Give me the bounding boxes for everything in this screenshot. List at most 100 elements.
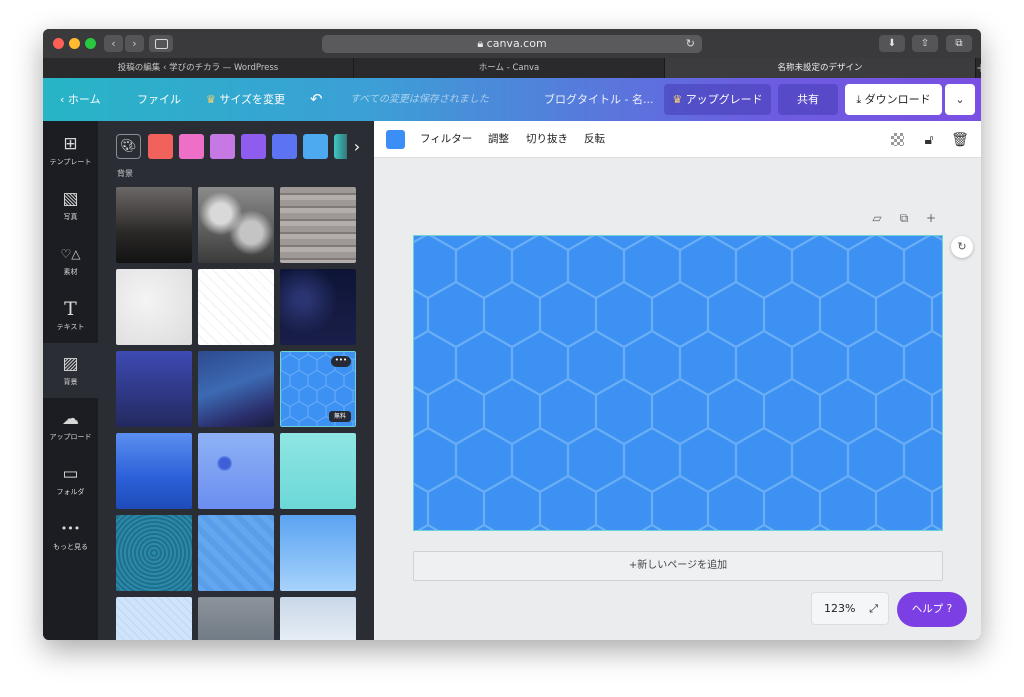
rail-label: テキスト <box>56 323 85 331</box>
background-thumbnail[interactable] <box>280 515 356 591</box>
background-thumbnail[interactable] <box>280 187 356 263</box>
unlock-icon[interactable]: 🔓︎ <box>919 130 939 150</box>
background-thumbnail[interactable] <box>116 433 192 509</box>
minimize-window-button[interactable] <box>69 38 80 49</box>
background-thumbnail[interactable] <box>198 351 274 427</box>
background-thumbnail[interactable] <box>198 187 274 263</box>
browser-tab[interactable]: ホーム - Canva <box>354 58 665 78</box>
zoom-control[interactable]: 123% ⤢ <box>811 592 889 625</box>
duplicate-page-icon[interactable]: ⧉ <box>897 211 911 225</box>
color-swatch[interactable] <box>303 134 328 159</box>
upgrade-label: アップグレード <box>685 93 763 106</box>
chevron-right-icon[interactable]: › <box>347 134 367 159</box>
background-thumbnail[interactable] <box>198 597 274 640</box>
rail-label: 写真 <box>63 213 78 221</box>
color-swatch[interactable] <box>179 134 204 159</box>
background-thumbnail[interactable] <box>116 187 192 263</box>
undo-icon[interactable]: ↶ <box>310 78 323 121</box>
background-thumbnail[interactable] <box>198 269 274 345</box>
background-panel: 🎨︎ › 背景 ••• 無料 <box>98 121 374 640</box>
rotate-icon[interactable]: ↻ <box>951 236 973 258</box>
url-bar[interactable]: 🔒︎ canva.com ↻ <box>322 35 702 53</box>
background-thumbnail[interactable] <box>198 433 274 509</box>
share-icon[interactable]: ⇧ <box>912 35 938 52</box>
browser-tabs: 投稿の編集 ‹ 学びのチカラ — WordPress ホーム - Canva 名… <box>43 58 981 78</box>
add-page-button[interactable]: +新しいページを追加 <box>413 551 943 581</box>
folder-icon: ▭ <box>62 464 79 484</box>
share-button[interactable]: 共有 <box>778 84 838 115</box>
lock-icon: 🔒︎ <box>477 37 484 50</box>
more-options-icon[interactable]: ••• <box>331 356 351 367</box>
save-status: すべての変更は保存されました <box>350 94 489 105</box>
rail-item-more[interactable]: ••• もっと見る <box>43 508 98 563</box>
browser-window: ‹ › 🔒︎ canva.com ↻ ⬇ ⇧ ⧉ 投稿の編集 ‹ 学びのチカラ … <box>43 29 981 640</box>
more-icon: ••• <box>60 522 81 535</box>
browser-tab-active[interactable]: 名称未設定のデザイン <box>665 58 976 78</box>
zoom-level: 123% <box>824 602 856 615</box>
rail-item-templates[interactable]: ⊞ テンプレート <box>43 123 98 178</box>
background-thumbnail[interactable] <box>280 597 356 640</box>
canva-header: ‹ ホーム ファイル ♛ サイズを変更 ↶ すべての変更は保存されました ブログ… <box>43 78 981 121</box>
rail-item-background[interactable]: ▨ 背景 <box>43 343 98 398</box>
rail-label: 素材 <box>63 268 78 276</box>
tab-overview-icon[interactable]: ⧉ <box>946 35 972 52</box>
photo-icon: ▧ <box>62 189 79 209</box>
browser-tab[interactable]: 投稿の編集 ‹ 学びのチカラ — WordPress <box>43 58 354 78</box>
upload-icon: ☁ <box>62 409 79 429</box>
back-icon[interactable]: ‹ <box>104 35 123 52</box>
fill-color-button[interactable] <box>386 130 405 149</box>
expand-icon[interactable]: ⤢ <box>869 593 878 624</box>
background-thumbnail[interactable] <box>116 597 192 640</box>
color-swatch[interactable] <box>210 134 235 159</box>
background-thumbnail[interactable] <box>280 433 356 509</box>
rail-item-upload[interactable]: ☁ アップロード <box>43 398 98 453</box>
background-thumbnail[interactable] <box>116 269 192 345</box>
hexagon-pattern <box>414 236 942 530</box>
section-label: 背景 <box>117 169 133 178</box>
background-thumbnail[interactable] <box>280 269 356 345</box>
home-link[interactable]: ‹ ホーム <box>60 78 101 121</box>
background-thumbnail[interactable] <box>116 351 192 427</box>
background-icon: ▨ <box>62 354 79 374</box>
close-window-button[interactable] <box>53 38 64 49</box>
downloads-icon[interactable]: ⬇ <box>879 35 905 52</box>
rail-item-photos[interactable]: ▧ 写真 <box>43 178 98 233</box>
transparency-icon[interactable] <box>888 130 908 150</box>
color-swatch[interactable] <box>272 134 297 159</box>
add-icon[interactable]: + <box>924 211 938 225</box>
text-icon: T <box>64 298 77 320</box>
palette-icon[interactable]: 🎨︎ <box>116 134 141 159</box>
crop-button[interactable]: 切り抜き <box>526 121 568 158</box>
design-canvas[interactable] <box>413 235 943 531</box>
filter-button[interactable]: フィルター <box>420 121 472 158</box>
note-icon[interactable]: ▱ <box>870 211 884 225</box>
adjust-button[interactable]: 調整 <box>488 121 509 158</box>
download-options-button[interactable]: ⌄ <box>945 84 975 115</box>
color-swatch[interactable] <box>241 134 266 159</box>
help-button[interactable]: ヘルプ ? <box>897 592 967 627</box>
background-thumbnail-selected[interactable]: ••• 無料 <box>280 351 356 427</box>
flip-button[interactable]: 反転 <box>584 121 605 158</box>
rail-label: フォルダ <box>56 488 85 496</box>
background-thumbnail[interactable] <box>116 515 192 591</box>
document-title[interactable]: ブログタイトル - 名... <box>544 78 653 121</box>
resize-button[interactable]: ♛ サイズを変更 <box>206 78 285 121</box>
download-button[interactable]: ⤓ ダウンロード <box>845 84 942 115</box>
rail-label: テンプレート <box>49 158 92 166</box>
rail-item-folder[interactable]: ▭ フォルダ <box>43 453 98 508</box>
upgrade-button[interactable]: ♛ アップグレード <box>664 84 771 115</box>
new-tab-button[interactable]: + <box>976 58 981 78</box>
color-swatch[interactable] <box>148 134 173 159</box>
rail-item-text[interactable]: T テキスト <box>43 288 98 343</box>
background-thumbnail[interactable] <box>198 515 274 591</box>
resize-label: サイズを変更 <box>219 93 286 106</box>
left-rail: ⊞ テンプレート ▧ 写真 ♡△ 素材 T テキスト ▨ 背景 ☁ アップロード… <box>43 121 98 640</box>
rail-item-elements[interactable]: ♡△ 素材 <box>43 233 98 288</box>
crown-icon: ♛ <box>206 93 220 106</box>
zoom-window-button[interactable] <box>85 38 96 49</box>
forward-icon[interactable]: › <box>125 35 144 52</box>
reload-icon[interactable]: ↻ <box>686 35 695 53</box>
trash-icon[interactable]: 🗑︎ <box>950 130 970 150</box>
file-menu[interactable]: ファイル <box>137 78 181 121</box>
sidebar-toggle-icon[interactable] <box>149 35 173 52</box>
